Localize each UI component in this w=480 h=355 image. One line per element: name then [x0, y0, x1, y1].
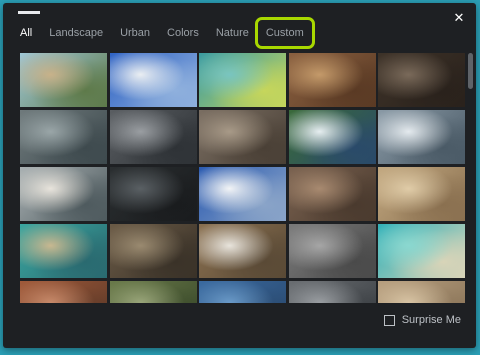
- wallpaper-thumbnail-green-fields[interactable]: [109, 281, 197, 303]
- wallpaper-thumbnail-lagoon-city[interactable]: [20, 224, 107, 278]
- wallpaper-thumbnail-aerial-stadium[interactable]: [20, 110, 107, 164]
- wallpaper-thumbnail-desert-crater[interactable]: [288, 53, 376, 107]
- tab-urban[interactable]: Urban: [120, 23, 150, 43]
- wallpaper-thumbnail-tan-desert[interactable]: [378, 281, 465, 303]
- wallpaper-thumbnail-red-canyon[interactable]: [20, 281, 107, 303]
- tab-all[interactable]: All: [17, 11, 41, 43]
- wallpaper-thumbnail-mountain-folds[interactable]: [199, 110, 286, 164]
- wallpaper-thumbnail-gray-city[interactable]: [288, 281, 376, 303]
- wallpaper-thumbnail-brown-plateau[interactable]: [288, 167, 376, 221]
- category-tabs: All Landscape Urban Colors Nature Custom: [17, 11, 326, 49]
- wallpaper-thumbnail-ancient-city[interactable]: [109, 224, 197, 278]
- wallpaper-thumbnail-dark-volcano[interactable]: [378, 53, 465, 107]
- surprise-me-option[interactable]: Surprise Me: [383, 314, 461, 326]
- wallpaper-thumbnail-city-grid[interactable]: [288, 224, 376, 278]
- wallpaper-thumbnail-coastal-dunes[interactable]: [20, 167, 107, 221]
- wallpaper-thumbnail-rock-ridges[interactable]: [109, 110, 197, 164]
- tab-landscape[interactable]: Landscape: [49, 23, 103, 43]
- wallpaper-thumbnail-sand-hills[interactable]: [378, 167, 465, 221]
- wallpaper-thumbnail-beach[interactable]: [20, 53, 107, 107]
- tab-colors[interactable]: Colors: [167, 23, 199, 43]
- wallpaper-picker-dialog: All Landscape Urban Colors Nature Custom…: [3, 3, 476, 348]
- tab-nature[interactable]: Nature: [216, 23, 249, 43]
- tab-custom[interactable]: Custom: [254, 17, 315, 49]
- surprise-me-label: Surprise Me: [401, 314, 461, 326]
- wallpaper-thumbnail-green-coast[interactable]: [288, 110, 376, 164]
- scrollbar[interactable]: [468, 53, 473, 89]
- wallpaper-thumbnail-dark-terrain[interactable]: [109, 167, 197, 221]
- wallpaper-thumbnail-teal-geometric[interactable]: [199, 53, 286, 107]
- surprise-me-checkbox[interactable]: [383, 314, 395, 326]
- wallpaper-thumbnail-snowy-peak[interactable]: [199, 167, 286, 221]
- wallpaper-thumbnail-white-building[interactable]: [109, 53, 197, 107]
- wallpaper-thumbnail-blue-sea[interactable]: [199, 281, 286, 303]
- wallpaper-thumbnail-turquoise-water[interactable]: [378, 224, 465, 278]
- wallpaper-thumbnail-snow-ridges[interactable]: [378, 110, 465, 164]
- wallpaper-grid: [20, 53, 465, 303]
- close-icon[interactable]: ✕: [451, 11, 467, 27]
- wallpaper-thumbnail-river-delta[interactable]: [199, 224, 286, 278]
